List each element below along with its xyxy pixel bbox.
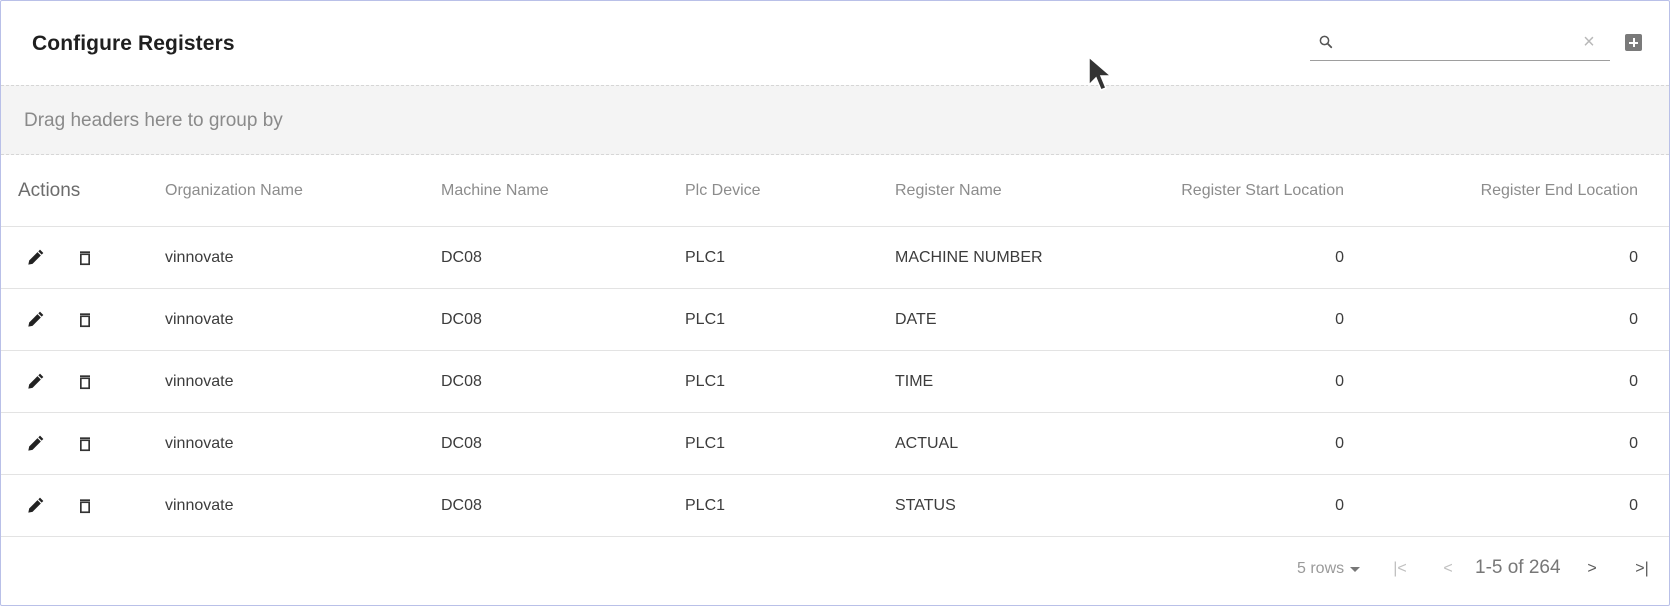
register-start-location-cell: 0: [1335, 434, 1344, 452]
header-machine-name[interactable]: Machine Name: [441, 155, 681, 226]
header-organization-name[interactable]: Organization Name: [165, 155, 425, 226]
close-icon[interactable]: ×: [1580, 32, 1598, 52]
table-header-row: Actions Organization Name Machine Name P…: [1, 155, 1669, 227]
organization-name-cell: vinnovate: [165, 310, 234, 328]
plc-device-cell: PLC1: [685, 310, 726, 328]
page-title: Configure Registers: [32, 32, 235, 55]
register-start-location-cell: 0: [1335, 310, 1344, 328]
toolbar: Configure Registers ×: [1, 1, 1669, 85]
table-row: vinnovate DC08 PLC1 TIME 0 0: [1, 351, 1669, 413]
organization-name-cell: vinnovate: [165, 496, 234, 514]
machine-name-cell: DC08: [441, 434, 482, 452]
register-end-location-cell: 0: [1629, 248, 1638, 266]
search-box[interactable]: ×: [1310, 27, 1610, 61]
configure-registers-panel: Configure Registers × Drag headers here …: [0, 0, 1670, 606]
search-icon: [1319, 35, 1333, 49]
caret-down-icon: [1350, 566, 1361, 572]
group-by-panel[interactable]: Drag headers here to group by: [1, 85, 1669, 155]
pencil-icon[interactable]: [25, 248, 45, 268]
table-row: vinnovate DC08 PLC1 ACTUAL 0 0: [1, 413, 1669, 475]
machine-name-cell: DC08: [441, 248, 482, 266]
register-end-location-cell: 0: [1629, 434, 1638, 452]
search-input[interactable]: [1342, 31, 1572, 57]
organization-name-cell: vinnovate: [165, 434, 234, 452]
add-box-icon[interactable]: [1625, 34, 1642, 51]
plc-device-cell: PLC1: [685, 248, 726, 266]
header-register-end-location[interactable]: Register End Location: [1381, 155, 1638, 226]
trash-icon[interactable]: [75, 248, 95, 268]
table-row: vinnovate DC08 PLC1 STATUS 0 0: [1, 475, 1669, 537]
header-actions: Actions: [18, 179, 81, 201]
pencil-icon[interactable]: [25, 310, 45, 330]
register-start-location-cell: 0: [1335, 496, 1344, 514]
first-page-icon[interactable]: |<: [1389, 558, 1411, 580]
trash-icon[interactable]: [75, 496, 95, 516]
plc-device-cell: PLC1: [685, 372, 726, 390]
organization-name-cell: vinnovate: [165, 248, 234, 266]
pencil-icon[interactable]: [25, 434, 45, 454]
register-start-location-cell: 0: [1335, 248, 1344, 266]
pagination-bar: 5 rows |< < 1-5 of 264 > >|: [1, 541, 1669, 601]
page-info: 1-5 of 264: [1475, 557, 1561, 578]
trash-icon[interactable]: [75, 372, 95, 392]
register-start-location-cell: 0: [1335, 372, 1344, 390]
last-page-icon[interactable]: >|: [1631, 558, 1653, 580]
trash-icon[interactable]: [75, 310, 95, 330]
header-plc-device[interactable]: Plc Device: [685, 155, 885, 226]
organization-name-cell: vinnovate: [165, 372, 234, 390]
group-by-hint: Drag headers here to group by: [24, 110, 283, 131]
machine-name-cell: DC08: [441, 496, 482, 514]
machine-name-cell: DC08: [441, 310, 482, 328]
registers-table: Actions Organization Name Machine Name P…: [1, 155, 1669, 537]
mouse-cursor-icon: [1088, 55, 1113, 91]
rows-per-page-select[interactable]: 5 rows: [1297, 560, 1361, 578]
table-row: vinnovate DC08 PLC1 DATE 0 0: [1, 289, 1669, 351]
chevron-right-icon[interactable]: >: [1581, 558, 1603, 580]
plc-device-cell: PLC1: [685, 496, 726, 514]
trash-icon[interactable]: [75, 434, 95, 454]
plc-device-cell: PLC1: [685, 434, 726, 452]
machine-name-cell: DC08: [441, 372, 482, 390]
register-end-location-cell: 0: [1629, 496, 1638, 514]
chevron-left-icon[interactable]: <: [1437, 558, 1459, 580]
table-row: vinnovate DC08 PLC1 MACHINE NUMBER 0 0: [1, 227, 1669, 289]
header-register-start-location[interactable]: Register Start Location: [1091, 155, 1344, 226]
pencil-icon[interactable]: [25, 496, 45, 516]
register-end-location-cell: 0: [1629, 372, 1638, 390]
rows-per-page-label: 5 rows: [1297, 560, 1345, 577]
register-end-location-cell: 0: [1629, 310, 1638, 328]
pencil-icon[interactable]: [25, 372, 45, 392]
